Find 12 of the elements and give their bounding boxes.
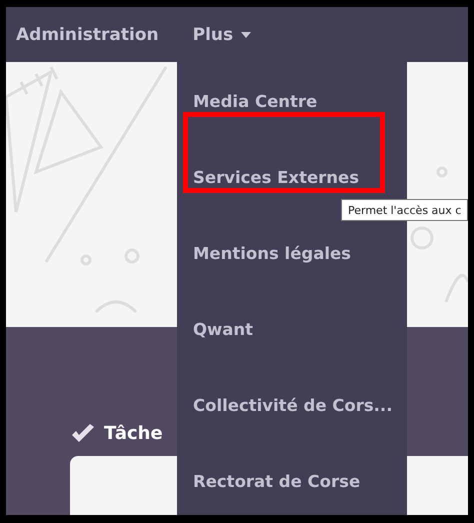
menu-item[interactable]: Services Externes [193, 167, 360, 187]
checkmark-icon [70, 424, 96, 444]
caret-icon [241, 32, 252, 38]
menu-item[interactable]: Media Centre [193, 91, 318, 111]
section-heading: Tâche [104, 423, 163, 444]
nav-link[interactable]: Administration [16, 24, 159, 44]
menu-item[interactable]: Collectivité de Cors... [193, 395, 392, 415]
menu-item[interactable]: Qwant [193, 319, 254, 339]
dropdown-menu-button[interactable]: Plus [192, 24, 252, 44]
menu-item[interactable]: Rectorat de Corse [193, 471, 360, 491]
tooltip: Permet l'accès aux c [341, 199, 468, 221]
menu-item[interactable]: Mentions légales [193, 243, 352, 263]
